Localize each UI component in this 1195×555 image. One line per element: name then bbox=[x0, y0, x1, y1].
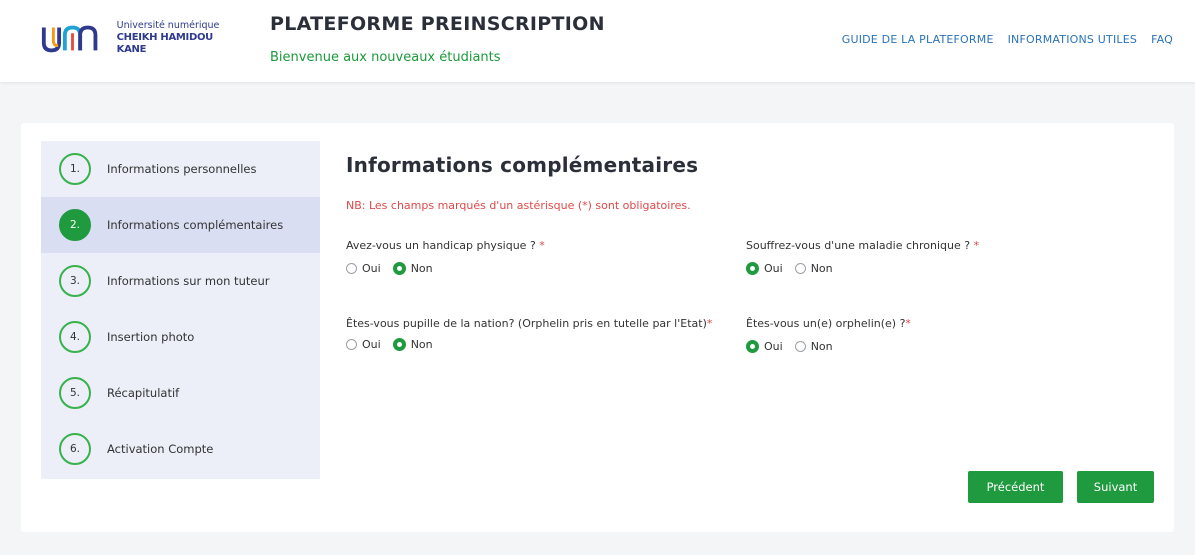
step-item-personal[interactable]: 1. Informations personnelles bbox=[41, 141, 320, 197]
nav-link-faq[interactable]: FAQ bbox=[1151, 33, 1173, 46]
step-number: 6. bbox=[59, 433, 91, 465]
option-label: Oui bbox=[362, 262, 381, 275]
required-marker: * bbox=[905, 317, 911, 330]
radio-checked-icon bbox=[746, 262, 759, 275]
radio-pupille-non[interactable]: Non bbox=[392, 338, 433, 351]
radio-checked-icon bbox=[392, 338, 406, 351]
step-number: 5. bbox=[59, 377, 91, 409]
next-button[interactable]: Suivant bbox=[1077, 471, 1154, 503]
radio-checked-icon bbox=[392, 262, 406, 275]
step-item-tutor[interactable]: 3. Informations sur mon tuteur bbox=[41, 253, 320, 309]
radio-orphan-non[interactable]: Non bbox=[794, 340, 833, 353]
step-sidebar: 1. Informations personnelles 2. Informat… bbox=[41, 141, 320, 479]
university-logo[interactable]: Université numérique CHEIKH HAMIDOU KANE bbox=[40, 20, 240, 56]
option-label: Non bbox=[410, 338, 433, 351]
nav-link-infos[interactable]: INFORMATIONS UTILES bbox=[1008, 33, 1137, 46]
radio-chronic-non[interactable]: Non bbox=[794, 262, 833, 275]
radio-handicap-non[interactable]: Non bbox=[392, 262, 433, 275]
page-subtitle: Bienvenue aux nouveaux étudiants bbox=[270, 50, 501, 65]
radio-pupille-oui[interactable]: Oui bbox=[346, 338, 381, 351]
option-label: Non bbox=[410, 262, 433, 275]
radio-handicap-oui[interactable]: Oui bbox=[346, 262, 381, 275]
step-label: Informations personnelles bbox=[107, 162, 257, 176]
top-navigation: GUIDE DE LA PLATEFORME INFORMATIONS UTIL… bbox=[842, 33, 1173, 46]
radio-unchecked-icon bbox=[794, 341, 806, 352]
step-item-activation[interactable]: 6. Activation Compte bbox=[41, 421, 320, 477]
step-number: 2. bbox=[59, 209, 91, 241]
step-item-complementary[interactable]: 2. Informations complémentaires bbox=[41, 197, 320, 253]
step-label: Informations complémentaires bbox=[107, 218, 284, 232]
question-label: Souffrez-vous d'une maladie chronique ? bbox=[746, 239, 971, 252]
radio-unchecked-icon bbox=[346, 263, 357, 274]
step-number: 3. bbox=[59, 265, 91, 297]
page-title: PLATEFORME PREINSCRIPTION bbox=[270, 13, 605, 35]
radio-orphan-oui[interactable]: Oui bbox=[746, 340, 783, 353]
question-handicap: Avez-vous un handicap physique ? * Oui N… bbox=[346, 239, 726, 275]
step-label: Activation Compte bbox=[107, 442, 214, 456]
question-chronic-disease: Souffrez-vous d'une maladie chronique ? … bbox=[746, 239, 1126, 275]
form-card: 1. Informations personnelles 2. Informat… bbox=[21, 123, 1174, 532]
option-label: Oui bbox=[764, 262, 783, 275]
step-number: 1. bbox=[59, 153, 91, 185]
option-label: Oui bbox=[362, 338, 381, 351]
step-item-summary[interactable]: 5. Récapitulatif bbox=[41, 365, 320, 421]
question-orphan: Êtes-vous un(e) orphelin(e) ?* Oui Non bbox=[746, 317, 1126, 353]
required-marker: * bbox=[973, 239, 980, 252]
form-title: Informations complémentaires bbox=[346, 153, 699, 177]
option-label: Non bbox=[810, 262, 833, 275]
option-label: Oui bbox=[764, 340, 783, 353]
radio-chronic-oui[interactable]: Oui bbox=[746, 262, 783, 275]
step-item-photo[interactable]: 4. Insertion photo bbox=[41, 309, 320, 365]
form-content: Informations complémentaires NB: Les cha… bbox=[346, 153, 1146, 353]
radio-checked-icon bbox=[746, 340, 759, 353]
question-label: Êtes-vous pupille de la nation? (Orpheli… bbox=[346, 317, 707, 330]
logo-line2: CHEIKH HAMIDOU KANE bbox=[116, 32, 214, 55]
required-marker: * bbox=[706, 317, 713, 330]
question-label: Êtes-vous un(e) orphelin(e) ? bbox=[746, 317, 906, 330]
step-label: Récapitulatif bbox=[107, 386, 180, 400]
header: Université numérique CHEIKH HAMIDOU KANE… bbox=[0, 0, 1195, 82]
logo-line1: Université numérique bbox=[116, 20, 220, 31]
radio-unchecked-icon bbox=[794, 263, 806, 274]
unchk-logo-icon bbox=[41, 25, 98, 53]
option-label: Non bbox=[810, 340, 833, 353]
previous-button[interactable]: Précédent bbox=[968, 471, 1063, 503]
required-marker: * bbox=[539, 239, 545, 252]
required-note: NB: Les champs marqués d'un astérisque (… bbox=[346, 199, 691, 212]
question-label: Avez-vous un handicap physique ? bbox=[346, 239, 536, 252]
step-label: Insertion photo bbox=[107, 330, 195, 344]
nav-link-guide[interactable]: GUIDE DE LA PLATEFORME bbox=[842, 33, 994, 46]
question-pupille: Êtes-vous pupille de la nation? (Orpheli… bbox=[346, 317, 716, 351]
radio-unchecked-icon bbox=[346, 339, 357, 350]
step-label: Informations sur mon tuteur bbox=[107, 274, 270, 288]
step-number: 4. bbox=[59, 321, 91, 353]
